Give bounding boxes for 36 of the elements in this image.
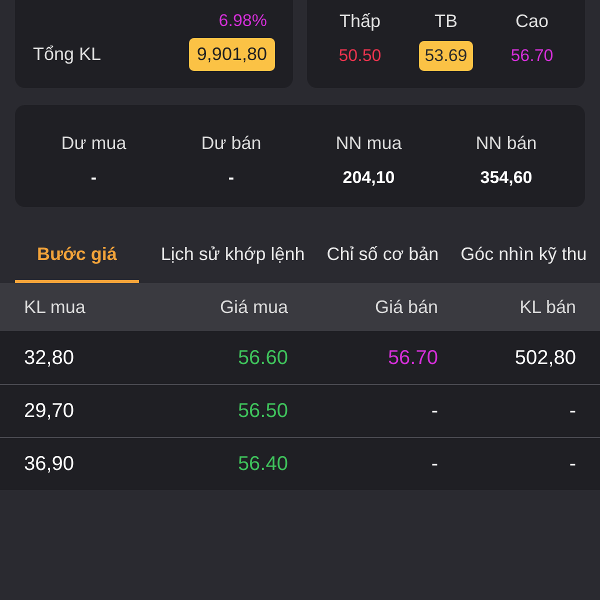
column-header: KL mua <box>24 296 86 318</box>
table-cell-text: 56.40 <box>236 452 289 477</box>
table-cell-text: - <box>430 399 438 424</box>
table-cell-text: 56.70 <box>386 346 438 370</box>
table-cell-text: 502,80 <box>514 346 576 370</box>
stat-value: - <box>228 167 234 189</box>
stat-value: 204,10 <box>342 167 395 189</box>
table-cell-text: 56.50 <box>236 399 289 424</box>
total-volume-value: 9,901,80 <box>188 38 275 71</box>
stat-label: Dư bán <box>201 132 262 155</box>
column-header: KL bán <box>518 296 576 318</box>
table-cell-text: - <box>568 399 576 424</box>
table-cell-text: - <box>568 452 576 477</box>
table-cell-text: - <box>430 452 438 477</box>
table-cell-text: 32,80 <box>24 346 76 370</box>
column-header: Giá mua <box>218 296 289 318</box>
range-label: Cao <box>515 10 549 33</box>
tab[interactable]: Góc nhìn kỹ thu <box>460 241 587 283</box>
tab[interactable]: Lịch sử khớp lệnh <box>160 241 305 283</box>
table-cell-text: 29,70 <box>24 399 76 424</box>
range-label: TB <box>434 10 458 33</box>
tab[interactable]: Chỉ số cơ bản <box>326 241 439 283</box>
stat-label: NN mua <box>336 132 402 155</box>
range-label: Thấp <box>339 10 381 33</box>
range-value: 56.70 <box>510 45 554 67</box>
stat-label: Dư mua <box>61 132 126 155</box>
table-cell-text: 56.60 <box>236 346 289 370</box>
total-volume-label: Tổng KL <box>33 43 102 66</box>
column-header: Giá bán <box>374 296 438 318</box>
change-percent: 6.98% <box>218 10 267 32</box>
range-value: 53.69 <box>418 41 474 70</box>
table-cell-text: 36,90 <box>24 452 76 477</box>
stat-label: NN bán <box>476 132 537 155</box>
stat-value: 354,60 <box>480 167 532 189</box>
range-value: 50.50 <box>338 45 382 67</box>
stat-value: - <box>90 167 97 189</box>
